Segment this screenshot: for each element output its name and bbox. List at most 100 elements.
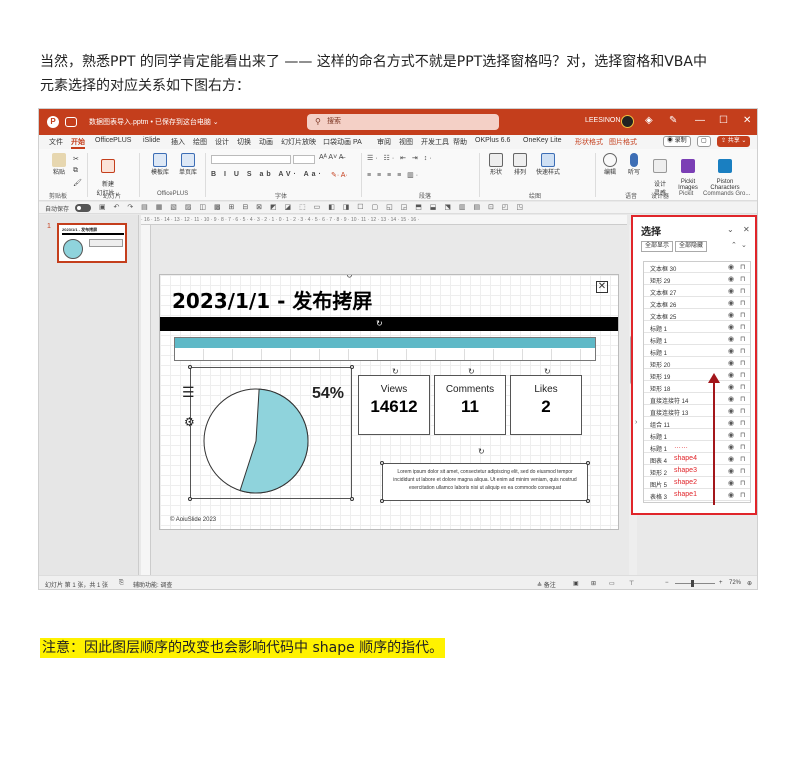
comments-button[interactable]: ▢ bbox=[697, 136, 711, 147]
eye-icon[interactable]: ◉ bbox=[728, 359, 734, 367]
show-all-button[interactable]: 全部显示 bbox=[641, 241, 674, 252]
lock-icon[interactable]: ⊓ bbox=[740, 407, 745, 415]
eye-icon[interactable]: ◉ bbox=[728, 407, 734, 415]
lock-icon[interactable]: ⊓ bbox=[740, 311, 745, 319]
eye-icon[interactable]: ◉ bbox=[728, 347, 734, 355]
diamond-icon[interactable]: ◈ bbox=[645, 115, 653, 127]
font-style-icons[interactable]: B I U S ab AV· Aa· bbox=[211, 171, 324, 178]
resize-handle[interactable] bbox=[380, 499, 384, 503]
tab-shape-format[interactable]: 形状格式 bbox=[575, 137, 603, 147]
tab-islide[interactable]: iSlide bbox=[143, 137, 160, 144]
maximize-button[interactable]: ☐ bbox=[719, 115, 728, 127]
eye-icon[interactable]: ◉ bbox=[728, 335, 734, 343]
pickit-button[interactable]: Pickit Images bbox=[675, 153, 701, 191]
eye-icon[interactable]: ◉ bbox=[728, 287, 734, 295]
resize-handle[interactable] bbox=[188, 497, 192, 501]
file-name[interactable]: 数据图表导入.pptm • 已保存到这台电脑 ⌄ bbox=[89, 117, 219, 127]
hide-all-button[interactable]: 全部隐藏 bbox=[675, 241, 708, 252]
lock-icon[interactable]: ⊓ bbox=[740, 467, 745, 475]
selection-list-item[interactable]: 标题 1 ◉ ⊓ bbox=[644, 322, 750, 333]
rotate-handle-icon[interactable]: ↻ bbox=[544, 367, 551, 376]
selection-list-item[interactable]: 文本框 27 ◉ ⊓ bbox=[644, 286, 750, 297]
lorem-text-box[interactable]: Lorem ipsum dolor sit amet, consectetur … bbox=[382, 463, 588, 501]
tab-transitions[interactable]: 切换 bbox=[237, 137, 251, 147]
close-button[interactable]: ✕ bbox=[743, 115, 751, 127]
autosave-toggle[interactable] bbox=[65, 117, 77, 127]
rotate-handle-icon[interactable]: ↻ bbox=[392, 367, 399, 376]
selection-list-item[interactable]: 组合 11 ◉ ⊓ bbox=[644, 418, 750, 429]
lock-icon[interactable]: ⊓ bbox=[740, 263, 745, 271]
user-name[interactable]: LEESINON bbox=[585, 117, 620, 124]
pie-chart[interactable] bbox=[202, 387, 310, 495]
stat-views[interactable]: Views 14612 bbox=[358, 375, 430, 435]
tab-pocket-animation[interactable]: 口袋动画 PA bbox=[323, 137, 362, 147]
search-input[interactable]: ⚲ 搜索 bbox=[307, 114, 499, 130]
stat-likes[interactable]: Likes 2 bbox=[510, 375, 582, 435]
eye-icon[interactable]: ◉ bbox=[728, 443, 734, 451]
tab-picture-format[interactable]: 图片格式 bbox=[609, 137, 637, 147]
reading-view-icon[interactable]: ▭ bbox=[609, 580, 615, 587]
record-button[interactable]: ◉ 录制 bbox=[663, 136, 691, 147]
font-color-icon[interactable]: ✎· A· bbox=[331, 171, 348, 179]
eye-icon[interactable]: ◉ bbox=[728, 467, 734, 475]
lock-icon[interactable]: ⊓ bbox=[740, 359, 745, 367]
pie-percent-label[interactable]: 54% bbox=[312, 385, 344, 403]
template-library-button[interactable]: 模板库 bbox=[147, 153, 173, 176]
eye-icon[interactable]: ◉ bbox=[728, 395, 734, 403]
lock-icon[interactable]: ⊓ bbox=[740, 479, 745, 487]
tab-animations[interactable]: 动画 bbox=[259, 137, 273, 147]
lock-icon[interactable]: ⊓ bbox=[740, 275, 745, 283]
eye-icon[interactable]: ◉ bbox=[728, 311, 734, 319]
arrange-button[interactable]: 排列 bbox=[509, 153, 531, 176]
selection-list-item[interactable]: 直接连接符 13 ◉ ⊓ bbox=[644, 406, 750, 417]
edit-button[interactable]: 编辑 bbox=[599, 153, 621, 176]
tab-slideshow[interactable]: 幻灯片放映 bbox=[281, 137, 316, 147]
minimize-button[interactable]: — bbox=[695, 115, 705, 127]
lock-icon[interactable]: ⊓ bbox=[740, 455, 745, 463]
eye-icon[interactable]: ◉ bbox=[728, 419, 734, 427]
format-painter-icon[interactable]: 🖌 bbox=[73, 179, 82, 187]
selection-list-item[interactable]: 矩形 19 ◉ ⊓ bbox=[644, 370, 750, 381]
eye-icon[interactable]: ◉ bbox=[728, 455, 734, 463]
shape-button[interactable]: 形状 bbox=[485, 153, 507, 176]
eye-icon[interactable]: ◉ bbox=[728, 383, 734, 391]
zoom-level[interactable]: 72% bbox=[729, 580, 741, 586]
zoom-slider-thumb[interactable] bbox=[691, 580, 694, 587]
pen-icon[interactable]: ✎ bbox=[669, 115, 677, 127]
normal-view-icon[interactable]: ▣ bbox=[573, 580, 579, 587]
tab-design[interactable]: 设计 bbox=[215, 137, 229, 147]
selection-list-item[interactable]: 文本框 30 ◉ ⊓ bbox=[644, 262, 750, 273]
selection-list-item[interactable]: 标题 1 ◉ ⊓ bbox=[644, 334, 750, 345]
resize-handle[interactable] bbox=[350, 365, 354, 369]
font-grow-shrink-icon[interactable]: Aᴬ A˅ A̶ bbox=[319, 154, 343, 161]
notes-button[interactable]: ≜ 备注 bbox=[537, 580, 556, 589]
eye-icon[interactable]: ◉ bbox=[728, 299, 734, 307]
selection-list-item[interactable]: 表格 3 shape1 ◉ ⊓ bbox=[644, 490, 750, 501]
lock-icon[interactable]: ⊓ bbox=[740, 383, 745, 391]
resize-handle[interactable] bbox=[380, 461, 384, 465]
dictate-button[interactable]: 听写 bbox=[623, 153, 645, 176]
rotate-handle-icon[interactable]: ↻ bbox=[478, 447, 485, 456]
lock-icon[interactable]: ⊓ bbox=[740, 395, 745, 403]
font-size-select[interactable] bbox=[293, 155, 315, 164]
eye-icon[interactable]: ◉ bbox=[728, 371, 734, 379]
eye-icon[interactable]: ◉ bbox=[728, 263, 734, 271]
lock-icon[interactable]: ⊓ bbox=[740, 287, 745, 295]
accessibility-status[interactable]: 辅助功能: 调查 bbox=[133, 580, 172, 589]
selection-list-item[interactable]: 矩形 20 ◉ ⊓ bbox=[644, 358, 750, 369]
chevron-down-icon[interactable]: ⌄ bbox=[727, 225, 734, 234]
slide-thumbnail[interactable]: 2023/1/1 - 发布拷屏 bbox=[57, 223, 127, 263]
lock-icon[interactable]: ⊓ bbox=[740, 491, 745, 499]
tab-view[interactable]: 视图 bbox=[399, 137, 413, 147]
send-backward-icon[interactable]: ⌄ bbox=[741, 241, 747, 249]
selection-list-item[interactable]: 图表 4 shape4 ◉ ⊓ bbox=[644, 454, 750, 465]
selection-list-item[interactable]: 标题 1 …… ◉ ⊓ bbox=[644, 442, 750, 453]
tab-insert[interactable]: 插入 bbox=[171, 137, 185, 147]
eye-icon[interactable]: ◉ bbox=[728, 479, 734, 487]
lock-icon[interactable]: ⊓ bbox=[740, 299, 745, 307]
resize-handle[interactable] bbox=[586, 461, 590, 465]
lock-icon[interactable]: ⊓ bbox=[740, 347, 745, 355]
selection-list-item[interactable]: 矩形 29 ◉ ⊓ bbox=[644, 274, 750, 285]
bring-forward-icon[interactable]: ⌃ bbox=[731, 241, 737, 249]
resize-handle[interactable] bbox=[586, 499, 590, 503]
